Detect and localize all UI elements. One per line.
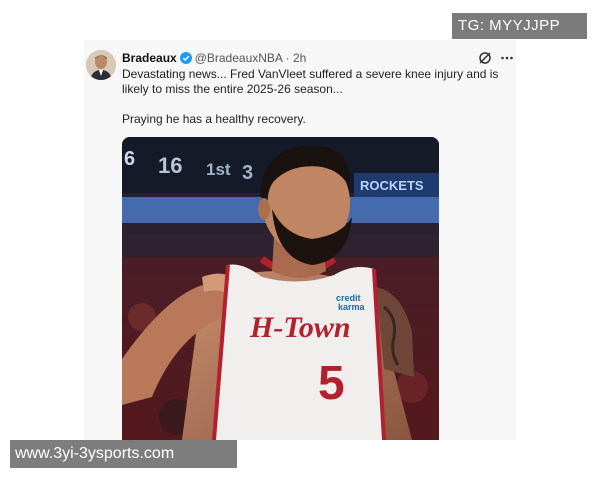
scoreboard-brand: ROCKETS: [360, 178, 424, 193]
separator-dot: ·: [285, 51, 290, 65]
scoreboard-text: 1st: [206, 160, 231, 179]
tweet-text: Devastating news... Fred VanVleet suffer…: [122, 67, 510, 127]
verified-badge-icon: [179, 52, 192, 64]
tweet-text-line2: Praying he has a healthy recovery.: [122, 112, 306, 126]
page: Bradeaux @BradeauxNBA · 2h Devastating ne…: [0, 0, 600, 480]
scoreboard-digit: 6: [124, 148, 135, 170]
tweet-text-line1: Devastating news... Fred VanVleet suffer…: [122, 67, 499, 96]
watermark-site: www.3yi-3ysports.com: [10, 440, 237, 468]
more-icon[interactable]: [500, 51, 514, 65]
grok-icon[interactable]: [478, 51, 492, 65]
tweet-actions: [478, 50, 514, 66]
scoreboard-digit: 3: [242, 162, 253, 184]
jersey-wordmark: H-Town: [249, 311, 351, 344]
jersey: [214, 264, 384, 440]
player-photo: 6 16 1st 3 ROCKETS H-Town credit karma 5: [122, 137, 439, 440]
tweet-header: Bradeaux @BradeauxNBA · 2h: [122, 50, 306, 66]
post-media[interactable]: 6 16 1st 3 ROCKETS H-Town credit karma 5: [122, 137, 439, 440]
avatar-image: [86, 50, 116, 80]
scoreboard-digit: 16: [158, 153, 182, 178]
avatar[interactable]: [86, 50, 116, 80]
post-time[interactable]: 2h: [293, 51, 306, 65]
jersey-number: 5: [318, 357, 345, 410]
author-handle[interactable]: @BradeauxNBA: [195, 51, 283, 65]
jersey-sponsor: karma: [338, 302, 366, 312]
watermark-tg: TG: MYYJJPP: [452, 13, 587, 39]
author-name[interactable]: Bradeaux: [122, 51, 177, 65]
